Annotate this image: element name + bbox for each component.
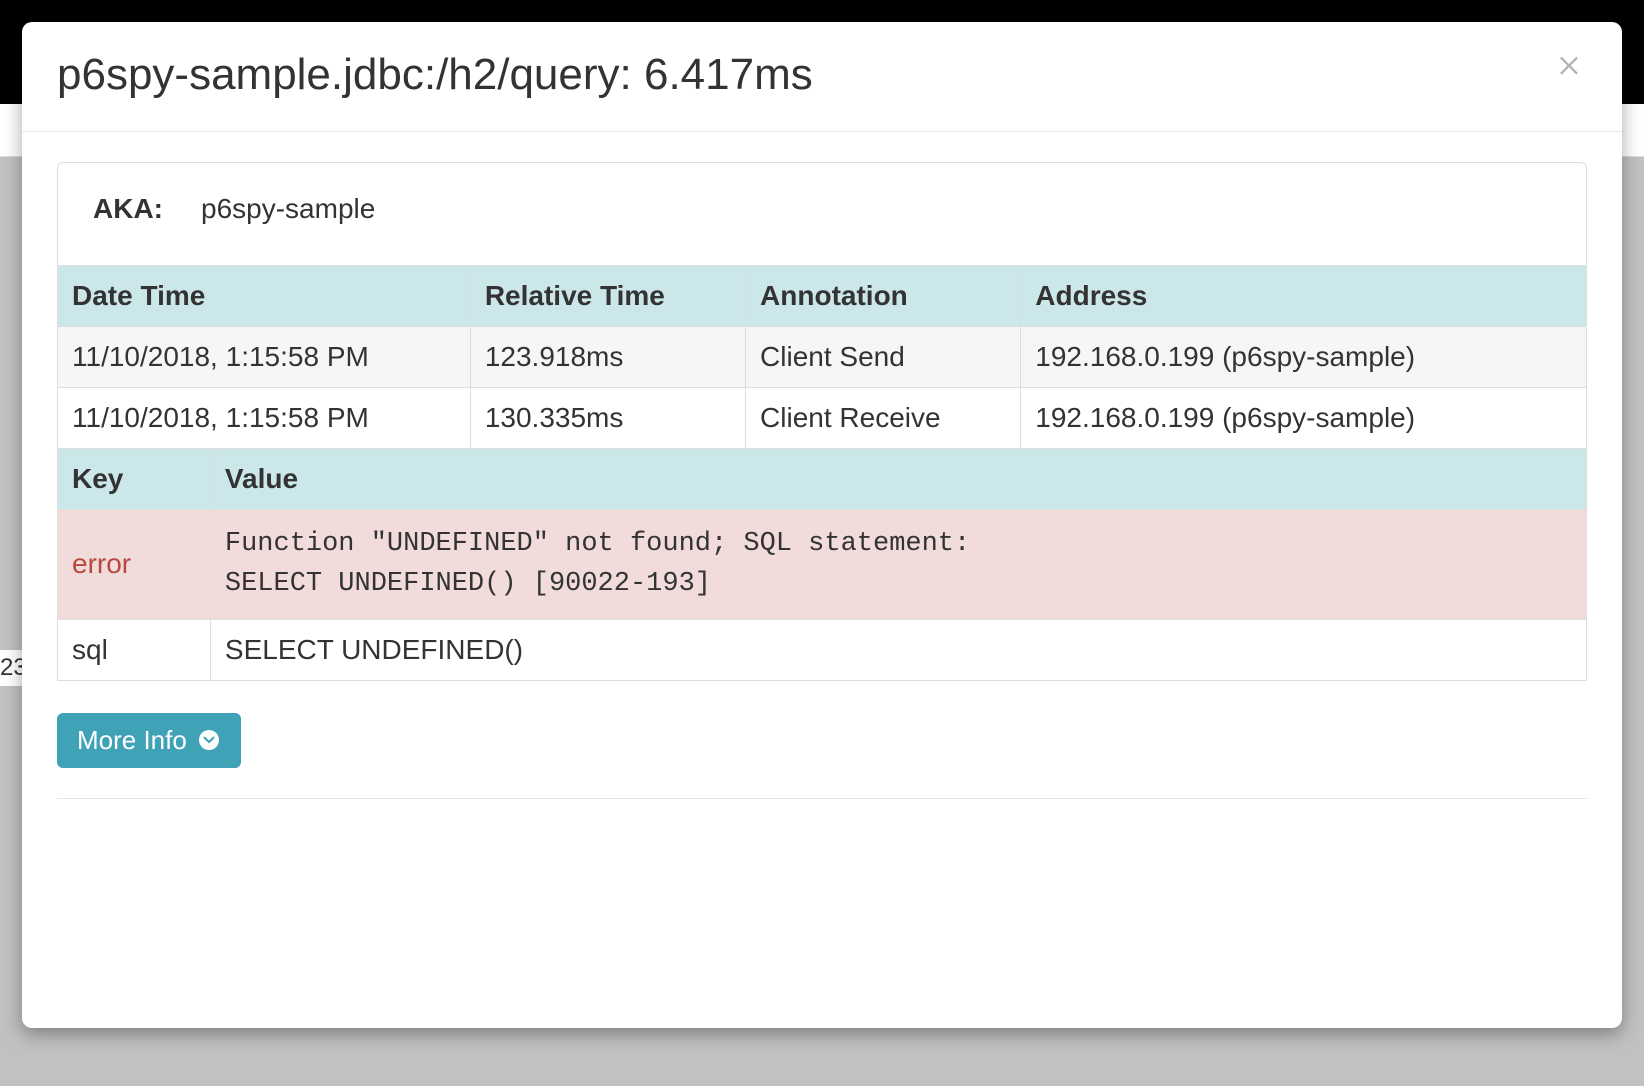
kv-key: sql [58,619,211,680]
cell-datetime: 11/10/2018, 1:15:58 PM [58,387,471,448]
cell-address: 192.168.0.199 (p6spy-sample) [1021,326,1587,387]
close-icon [1555,50,1583,78]
kv-table: Key Value error Function "UNDEFINED" not… [57,448,1587,681]
cell-relative: 123.918ms [470,326,745,387]
events-th-address: Address [1021,265,1587,326]
modal-title: p6spy-sample.jdbc:/h2/query: 6.417ms [57,50,813,101]
kv-value: SELECT UNDEFINED() [210,619,1586,680]
aka-value: p6spy-sample [201,193,375,225]
events-th-relative: Relative Time [470,265,745,326]
cell-annotation: Client Send [746,326,1021,387]
cell-annotation: Client Receive [746,387,1021,448]
aka-label: AKA: [93,193,163,225]
events-th-datetime: Date Time [58,265,471,326]
aka-panel: AKA: p6spy-sample [57,162,1587,266]
cell-address: 192.168.0.199 (p6spy-sample) [1021,387,1587,448]
more-info-label: More Info [77,725,187,756]
chevron-down-icon [197,728,221,752]
modal-header: p6spy-sample.jdbc:/h2/query: 6.417ms [22,22,1622,132]
kv-key: error [58,509,211,619]
kv-value: Function "UNDEFINED" not found; SQL stat… [210,509,1586,619]
section-divider [57,798,1587,799]
events-th-annotation: Annotation [746,265,1021,326]
kv-th-value: Value [210,448,1586,509]
kv-th-key: Key [58,448,211,509]
close-button[interactable] [1551,50,1587,80]
more-info-button[interactable]: More Info [57,713,241,768]
table-row: 11/10/2018, 1:15:58 PM 130.335ms Client … [58,387,1587,448]
cell-datetime: 11/10/2018, 1:15:58 PM [58,326,471,387]
modal-body: AKA: p6spy-sample Date Time Relative Tim… [22,132,1622,1028]
table-row: 11/10/2018, 1:15:58 PM 123.918ms Client … [58,326,1587,387]
trace-detail-modal: p6spy-sample.jdbc:/h2/query: 6.417ms AKA… [22,22,1622,1028]
kv-row-sql: sql SELECT UNDEFINED() [58,619,1587,680]
kv-row-error: error Function "UNDEFINED" not found; SQ… [58,509,1587,619]
events-table: Date Time Relative Time Annotation Addre… [57,265,1587,449]
cell-relative: 130.335ms [470,387,745,448]
